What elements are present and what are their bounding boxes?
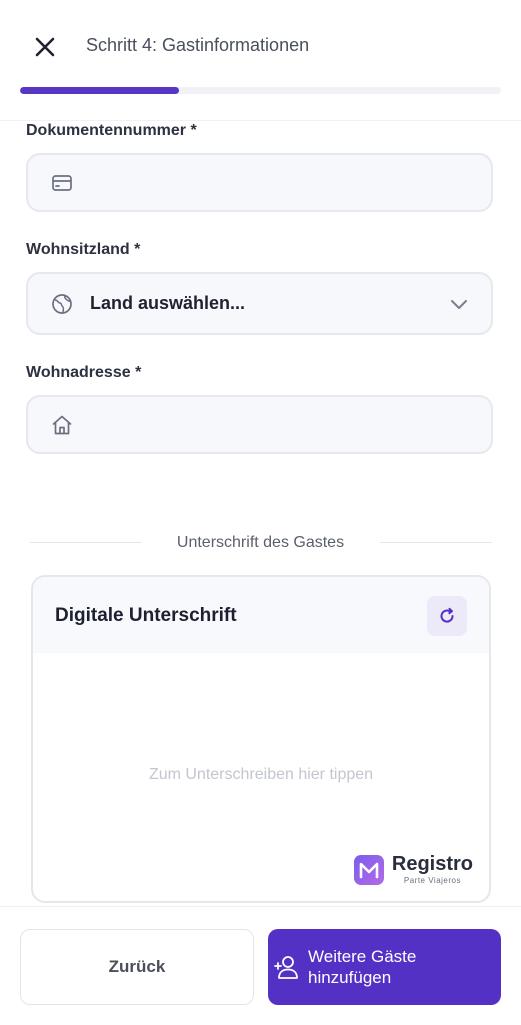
footer-bar: Zurück Weitere Gäste hinzufügen [0, 906, 521, 1025]
brand-subtitle: Parte Viajeros [403, 876, 461, 885]
add-guests-label-line1: Weitere Gäste [308, 947, 417, 966]
home-icon [52, 415, 72, 434]
country-select[interactable]: Land auswählen... [26, 272, 493, 335]
progress-fill [20, 87, 179, 94]
id-card-icon [52, 174, 72, 191]
add-guests-button[interactable]: Weitere Gäste hinzufügen [268, 929, 501, 1005]
add-guests-label-line2: hinzufügen [308, 968, 392, 987]
signature-hint: Zum Unterschreiben hier tippen [148, 766, 374, 783]
close-button[interactable] [28, 30, 62, 64]
country-value: Land auswählen... [90, 293, 246, 313]
header: Schritt 4: Gastinformationen [0, 0, 521, 121]
address-label: Wohnadresse * [26, 364, 142, 381]
brand-watermark: Registro Parte Viajeros [353, 853, 473, 885]
document-number-field[interactable] [26, 153, 493, 212]
add-guests-label: Weitere Gäste hinzufügen [308, 946, 458, 988]
chevron-down-icon [451, 299, 467, 309]
add-user-icon [274, 956, 298, 979]
brand-logo-icon [353, 854, 384, 885]
signature-card-header: Digitale Unterschrift [33, 577, 489, 653]
progress-bar [20, 87, 501, 94]
refresh-icon [440, 607, 454, 623]
document-number-label: Dokumentennummer * [26, 122, 197, 139]
signature-section-label: Unterschrift des Gastes [176, 534, 345, 551]
page-title: Schritt 4: Gastinformationen [86, 35, 310, 55]
close-icon [35, 37, 55, 57]
clear-signature-button[interactable] [427, 596, 467, 636]
brand-name: Registro [391, 853, 473, 875]
signature-pad[interactable]: Zum Unterschreiben hier tippen Registro … [33, 653, 489, 901]
signature-card: Digitale Unterschrift Zum Unterschreiben… [31, 575, 491, 903]
back-button[interactable]: Zurück [20, 929, 254, 1005]
divider-right [380, 542, 492, 543]
address-field[interactable] [26, 395, 493, 454]
country-label: Wohnsitzland * [26, 241, 141, 258]
signature-title: Digitale Unterschrift [55, 605, 237, 626]
globe-icon [52, 293, 72, 314]
